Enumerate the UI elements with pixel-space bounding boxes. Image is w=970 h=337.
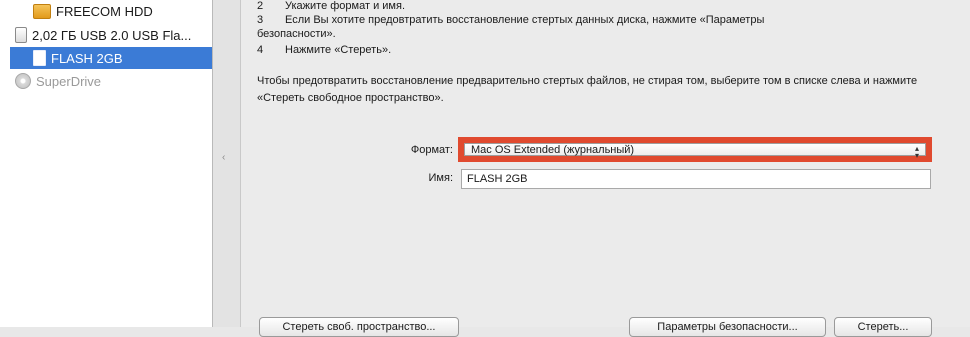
sidebar: FREECOM HDD 2,02 ГБ USB 2.0 USB Fla... F… (0, 0, 213, 327)
format-select[interactable]: Mac OS Extended (журнальный) ▴ ▾ (464, 143, 926, 160)
sidebar-item-flash-2gb[interactable]: FLASH 2GB (10, 47, 212, 69)
name-label: Имя: (428, 172, 453, 184)
instruction-step-continued: безопасности». (257, 27, 336, 41)
button-label: Параметры безопасности... (657, 321, 798, 333)
hdd-icon (33, 3, 51, 19)
step-number: 4 (257, 44, 264, 56)
sidebar-item-label: 2,02 ГБ USB 2.0 USB Fla... (32, 27, 192, 43)
erase-pane: 2 Укажите формат и имя. 3 Если Вы хотите п… (240, 0, 970, 337)
step-text: Нажмите «Стереть». (285, 44, 392, 56)
step-number: 3 (257, 14, 264, 26)
select-arrows-icon: ▴ ▾ (914, 144, 919, 160)
usb-drive-icon (15, 27, 27, 43)
instruction-step: 3 Если Вы хотите предовтратить восстановл… (257, 13, 764, 27)
sidebar-item-usb-drive[interactable]: 2,02 ГБ USB 2.0 USB Fla... (15, 24, 191, 46)
sidebar-item-label: FLASH 2GB (51, 50, 123, 66)
button-label: Стереть... (857, 321, 909, 333)
sidebar-item-label: FREECOM HDD (56, 3, 153, 19)
split-view-divider[interactable]: ‹ (213, 0, 240, 327)
name-value: FLASH 2GB (467, 173, 528, 185)
step-number: 2 (257, 0, 264, 12)
button-label: Стереть своб. пространство... (282, 321, 436, 333)
instruction-step: 4 Нажмите «Стереть». (257, 43, 391, 57)
security-options-button[interactable]: Параметры безопасности... (629, 317, 826, 337)
instruction-step: 2 Укажите формат и имя. (257, 0, 405, 13)
name-field[interactable]: FLASH 2GB (461, 169, 931, 189)
sidebar-item-superdrive[interactable]: SuperDrive (15, 70, 101, 92)
erase-button[interactable]: Стереть... (834, 317, 932, 337)
step-text: Укажите формат и имя. (285, 0, 405, 12)
step-text: безопасности». (257, 28, 336, 40)
format-highlight: Mac OS Extended (журнальный) ▴ ▾ (458, 137, 932, 162)
step-text: Если Вы хотите предовтратить восстановле… (285, 14, 765, 26)
disc-icon (15, 73, 31, 89)
volume-icon (33, 50, 46, 66)
sidebar-item-label: SuperDrive (36, 73, 102, 89)
format-value: Mac OS Extended (журнальный) (471, 143, 635, 156)
erase-free-space-note: Чтобы предотвратить восстановление предв… (257, 75, 918, 104)
sidebar-item-freecom-hdd[interactable]: FREECOM HDD (33, 0, 153, 22)
format-label: Формат: (410, 144, 453, 156)
erase-free-space-button[interactable]: Стереть своб. пространство... (259, 317, 459, 337)
resize-grip-icon: ‹ (222, 152, 226, 163)
